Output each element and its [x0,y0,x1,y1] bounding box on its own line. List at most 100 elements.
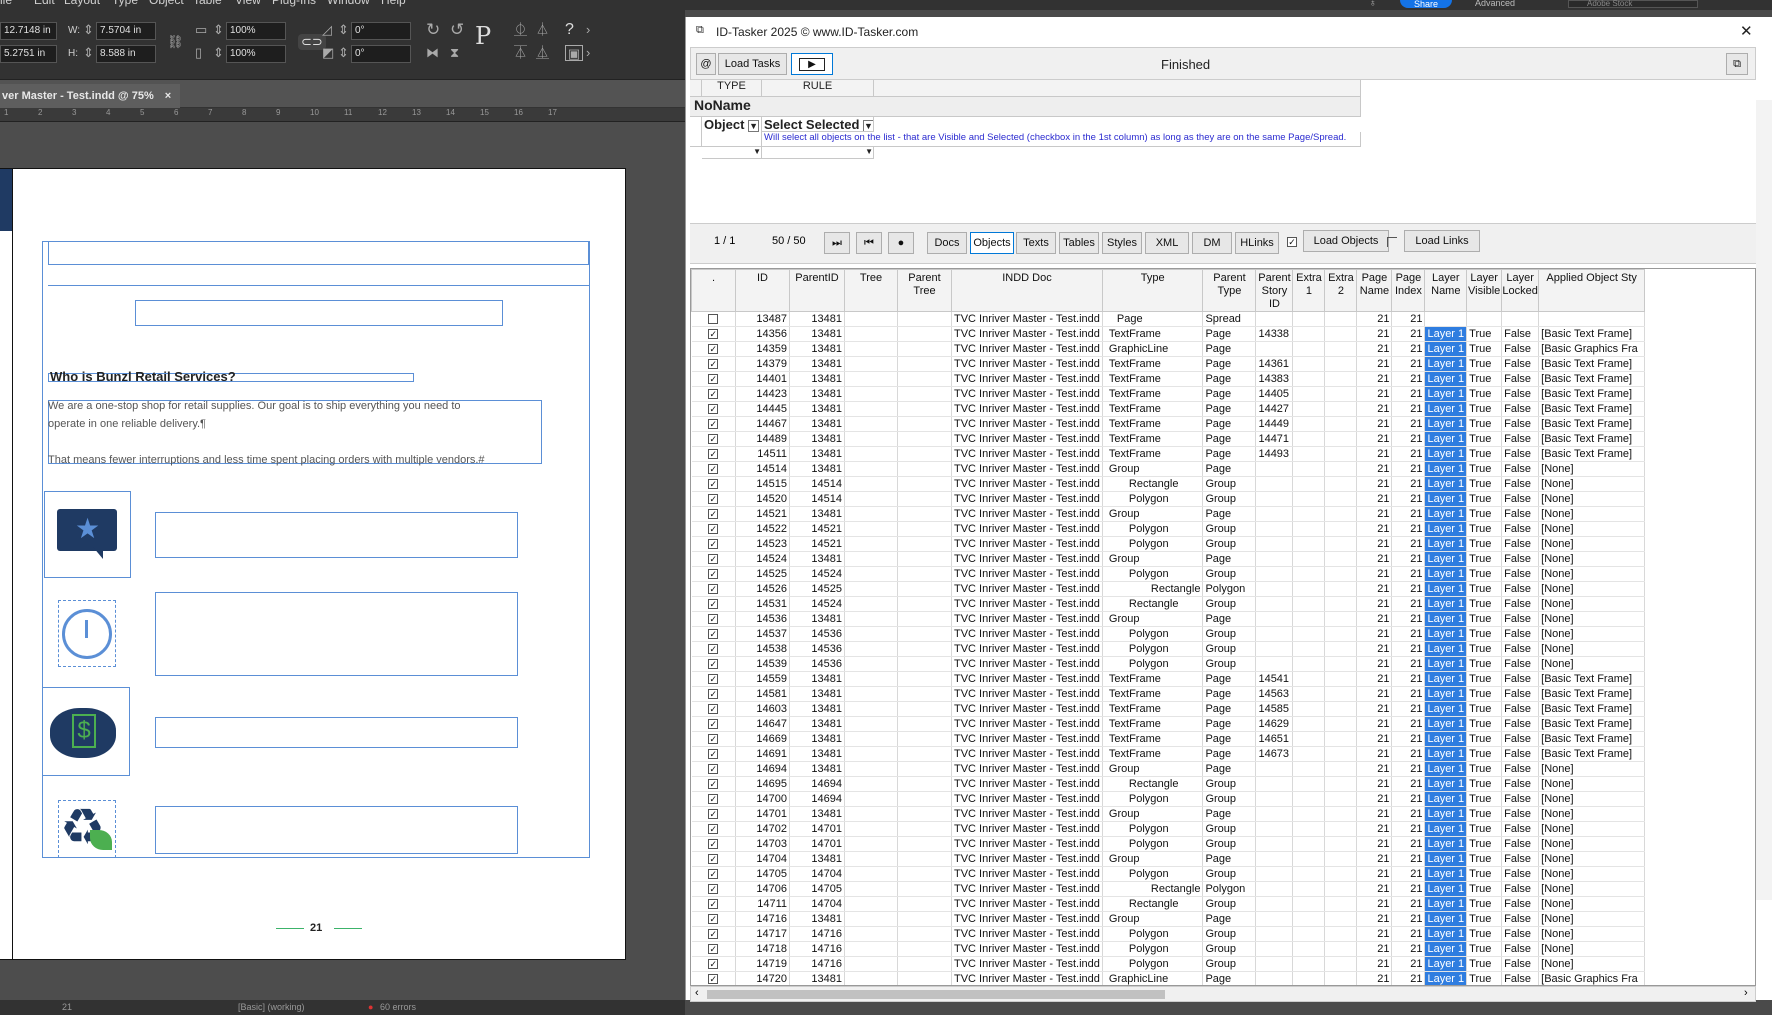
table-row[interactable]: ✓ 14521 13481 TVC Inriver Master - Test.ind… [691,506,1646,522]
grid-cell-type[interactable]: Polygon [1102,521,1204,537]
grid-cell-parent-tree[interactable] [897,416,952,432]
grid-cell-applied-object-sty[interactable]: [None] [1538,551,1646,567]
column-header[interactable]: Extra 1 [1292,269,1326,312]
table-row[interactable]: ✓ 14701 13481 TVC Inriver Master - Test.ind… [691,806,1646,822]
grid-cell-extra-2[interactable] [1324,926,1358,942]
grid-cell-parent-tree[interactable] [897,806,952,822]
grid-cell-parent-story-id[interactable] [1255,866,1294,882]
grid-cell-indd-doc[interactable]: TVC Inriver Master - Test.indd [951,461,1103,477]
grid-cell-applied-object-sty[interactable]: [Basic Graphics Fra [1538,341,1646,357]
grid-cell-id[interactable]: 14711 [735,896,790,912]
grid-cell-parentid[interactable]: 13481 [789,461,845,477]
styles-button[interactable]: Styles [1102,232,1142,254]
grid-cell-parent-story-id[interactable] [1255,341,1294,357]
grid-cell-parentid[interactable]: 14716 [789,956,845,972]
grid-cell-page-index[interactable]: 21 [1391,446,1426,462]
rules-grid[interactable]: TYPE RULE NoName Object ▼ Select Selecte… [690,80,1756,224]
grid-cell-page-name[interactable]: 21 [1356,596,1393,612]
workspace-switcher[interactable]: Advanced [1475,0,1515,8]
grid-cell-parent-story-id[interactable]: 14427 [1255,401,1294,417]
grid-cell-tree[interactable] [844,626,898,642]
grid-cell-parent-type[interactable]: Page [1202,326,1257,342]
grid-cell-layer-name[interactable]: Layer 1 [1424,476,1468,492]
grid-cell-id[interactable]: 14694 [735,761,790,777]
grid-cell-parent-tree[interactable] [897,941,952,957]
grid-cell-parent-tree[interactable] [897,326,952,342]
grid-cell-parentid[interactable]: 14524 [789,596,845,612]
grid-cell-indd-doc[interactable]: TVC Inriver Master - Test.indd [951,521,1103,537]
grid-cell-tree[interactable] [844,491,898,507]
grid-cell-tree[interactable] [844,761,898,777]
grid-cell-layer-visible[interactable]: True [1466,431,1503,447]
grid-cell-parent-tree[interactable] [897,956,952,972]
flip-horizontal-icon[interactable]: ⧓ [426,45,439,61]
row-select-checkbox[interactable]: ✓ [708,419,719,430]
grid-cell-page-index[interactable]: 21 [1391,611,1426,627]
grid-cell-page-index[interactable]: 21 [1391,866,1426,882]
grid-cell-page-index[interactable]: 21 [1391,671,1426,687]
table-row[interactable]: ✓ 14536 13481 TVC Inriver Master - Test.ind… [691,611,1646,627]
chevron-down-icon[interactable]: ▼ [748,120,760,132]
grid-cell-extra-2[interactable] [1324,356,1358,372]
grid-cell-parent-type[interactable]: Group [1202,866,1257,882]
row-select-checkbox[interactable]: ✓ [708,614,719,625]
grid-cell-tree[interactable] [844,641,898,657]
grid-cell-extra-1[interactable] [1292,566,1326,582]
grid-cell-extra-2[interactable] [1324,461,1358,477]
grid-cell-page-name[interactable]: 21 [1356,491,1393,507]
grid-cell-[interactable]: ✓ [691,851,736,867]
grid-cell-id[interactable]: 14703 [735,836,790,852]
table-row[interactable]: ✓ 14717 14716 TVC Inriver Master - Test.ind… [691,926,1646,942]
grid-cell-layer-locked[interactable]: False [1501,446,1540,462]
grid-cell-[interactable]: ✓ [691,821,736,837]
table-row[interactable]: ✓ 14511 13481 TVC Inriver Master - Test.ind… [691,446,1646,462]
column-header[interactable]: ParentID [789,269,845,312]
grid-cell-extra-1[interactable] [1292,461,1326,477]
grid-cell-extra-1[interactable] [1292,626,1326,642]
grid-cell-layer-locked[interactable]: False [1501,581,1540,597]
grid-cell-indd-doc[interactable]: TVC Inriver Master - Test.indd [951,356,1103,372]
grid-cell-extra-2[interactable] [1324,326,1358,342]
grid-cell-parent-tree[interactable] [897,401,952,417]
grid-cell-parent-tree[interactable] [897,356,952,372]
grid-cell-page-name[interactable]: 21 [1356,686,1393,702]
grid-cell-indd-doc[interactable]: TVC Inriver Master - Test.indd [951,431,1103,447]
scroll-left-icon[interactable]: ‹ [695,987,699,999]
grid-cell-page-index[interactable]: 21 [1391,356,1426,372]
grid-cell-extra-2[interactable] [1324,341,1358,357]
grid-cell-parent-tree[interactable] [897,596,952,612]
table-row[interactable]: ✓ 14669 13481 TVC Inriver Master - Test.ind… [691,731,1646,747]
grid-cell-indd-doc[interactable]: TVC Inriver Master - Test.indd [951,956,1103,972]
grid-cell-parent-tree[interactable] [897,671,952,687]
table-row[interactable]: ✓ 14559 13481 TVC Inriver Master - Test.ind… [691,671,1646,687]
grid-cell-parent-type[interactable]: Page [1202,386,1257,402]
grid-cell-type[interactable]: Group [1102,461,1204,477]
grid-cell-page-name[interactable]: 21 [1356,926,1393,942]
grid-cell-extra-2[interactable] [1324,476,1358,492]
grid-cell-page-name[interactable]: 21 [1356,581,1393,597]
table-row[interactable]: ✓ 14525 14524 TVC Inriver Master - Test.ind… [691,566,1646,582]
grid-cell-layer-name[interactable]: Layer 1 [1424,536,1468,552]
grid-cell-page-index[interactable]: 21 [1391,791,1426,807]
grid-cell-[interactable]: ✓ [691,716,736,732]
grid-cell-page-name[interactable]: 21 [1356,461,1393,477]
grid-cell-layer-locked[interactable]: False [1501,536,1540,552]
grid-cell-parent-story-id[interactable]: 14361 [1255,356,1294,372]
grid-cell-type[interactable]: TextFrame [1102,386,1204,402]
grid-cell-[interactable]: ✓ [691,581,736,597]
grid-cell-id[interactable]: 14526 [735,581,790,597]
grid-cell-page-index[interactable]: 21 [1391,536,1426,552]
column-header[interactable]: Parent Type [1202,269,1257,312]
grid-cell-indd-doc[interactable]: TVC Inriver Master - Test.indd [951,386,1103,402]
grid-cell-parentid[interactable]: 13481 [789,356,845,372]
grid-cell-layer-visible[interactable]: True [1466,551,1503,567]
grid-cell-applied-object-sty[interactable]: [Basic Text Frame] [1538,731,1646,747]
grid-cell-indd-doc[interactable]: TVC Inriver Master - Test.indd [951,446,1103,462]
grid-cell-parent-tree[interactable] [897,716,952,732]
grid-cell-applied-object-sty[interactable]: [Basic Text Frame] [1538,671,1646,687]
grid-cell-indd-doc[interactable]: TVC Inriver Master - Test.indd [951,626,1103,642]
grid-cell-layer-visible[interactable]: True [1466,941,1503,957]
grid-cell-applied-object-sty[interactable]: [None] [1538,956,1646,972]
grid-cell-layer-locked[interactable]: False [1501,911,1540,927]
grid-cell-indd-doc[interactable]: TVC Inriver Master - Test.indd [951,716,1103,732]
